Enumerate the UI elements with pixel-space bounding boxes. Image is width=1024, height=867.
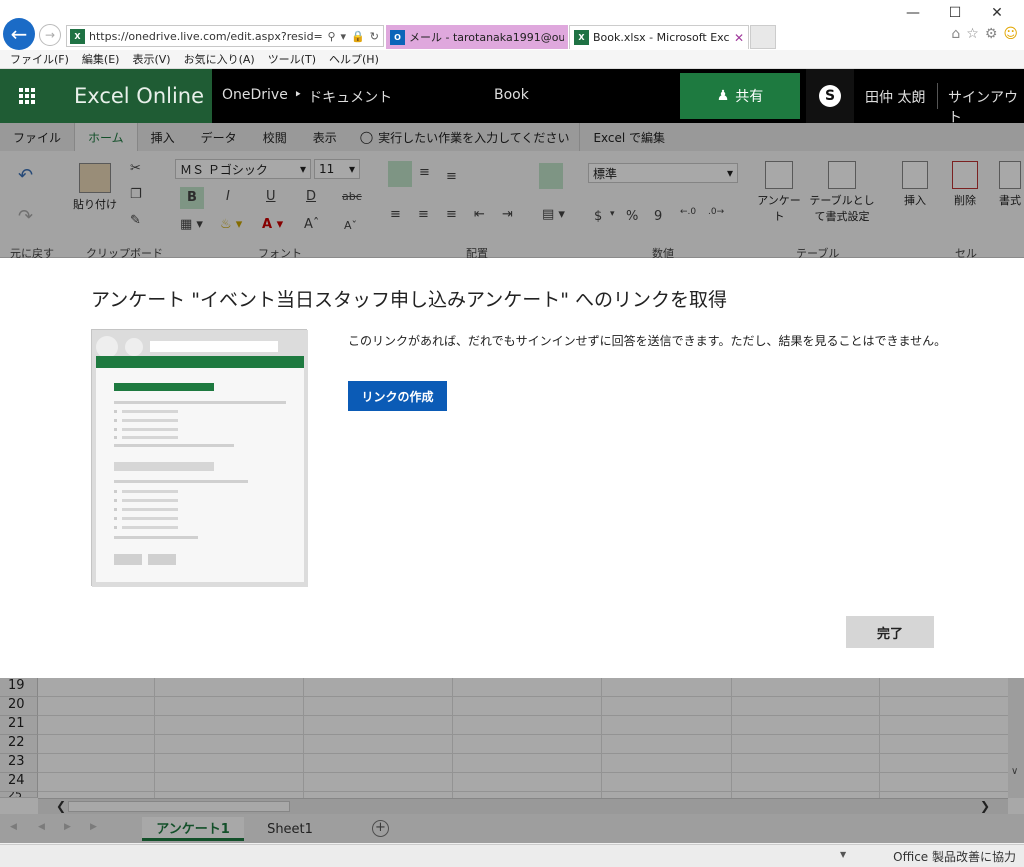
survey-preview-image bbox=[91, 329, 308, 587]
waffle-icon bbox=[19, 88, 35, 104]
skype-button[interactable]: S bbox=[806, 69, 854, 123]
share-button[interactable]: ♟ 共有 bbox=[680, 73, 800, 119]
close-window-button[interactable]: ✕ bbox=[976, 2, 1018, 24]
breadcrumb-onedrive[interactable]: OneDrive bbox=[222, 87, 288, 107]
browser-toolbar-icons: ⌂ ☆ ⚙ ☺ bbox=[951, 26, 1018, 42]
add-person-icon: ♟ bbox=[716, 88, 730, 104]
search-icon[interactable]: ⚲ bbox=[327, 30, 335, 43]
new-tab-button[interactable] bbox=[750, 25, 776, 49]
menu-view[interactable]: 表示(V) bbox=[132, 51, 170, 67]
document-title[interactable]: Book bbox=[494, 87, 529, 103]
breadcrumb: OneDrive ‣ ドキュメント bbox=[222, 87, 392, 107]
excel-favicon-icon: X bbox=[70, 28, 85, 44]
browser-tab-mail[interactable]: O メール - tarotanaka1991@outloo... bbox=[386, 25, 568, 49]
dropdown-icon[interactable]: ▾ bbox=[341, 30, 347, 43]
menu-tools[interactable]: ツール(T) bbox=[268, 51, 316, 67]
dialog-description: このリンクがあれば、だれでもサインインせずに回答を送信できます。ただし、結果を見… bbox=[348, 334, 947, 348]
feedback-smiley-icon[interactable]: ☺ bbox=[1003, 26, 1018, 42]
status-bar: ▼ Office 製品改善に協力 bbox=[0, 844, 1024, 867]
status-dropdown-icon[interactable]: ▼ bbox=[840, 850, 846, 859]
menu-file[interactable]: ファイル(F) bbox=[10, 51, 69, 67]
home-icon[interactable]: ⌂ bbox=[951, 26, 960, 42]
skype-icon: S bbox=[819, 85, 841, 107]
minimize-button[interactable]: — bbox=[892, 2, 934, 24]
lock-icon[interactable]: 🔒 bbox=[351, 30, 365, 43]
address-bar[interactable]: X https://onedrive.live.com/edit.aspx?re… bbox=[66, 25, 384, 47]
app-launcher-button[interactable] bbox=[0, 69, 54, 123]
survey-form-illustration bbox=[92, 330, 308, 587]
app-header: Excel Online OneDrive ‣ ドキュメント Book ♟ 共有… bbox=[0, 69, 1024, 126]
back-button[interactable]: ← bbox=[3, 18, 35, 50]
close-tab-icon[interactable]: ✕ bbox=[734, 31, 744, 45]
browser-tab-book[interactable]: X Book.xlsx - Microsoft Excel ... ✕ bbox=[569, 25, 749, 49]
browser-tab-title: メール - tarotanaka1991@outloo... bbox=[409, 31, 564, 44]
user-name[interactable]: 田仲 太朗 bbox=[865, 87, 925, 107]
share-label: 共有 bbox=[735, 89, 764, 105]
outlook-favicon-icon: O bbox=[390, 29, 405, 45]
create-link-button[interactable]: リンクの作成 bbox=[348, 381, 447, 411]
excel-favicon-icon: X bbox=[574, 30, 589, 45]
address-url[interactable]: https://onedrive.live.com/edit.aspx?resi… bbox=[89, 30, 323, 43]
browser-chrome: ← → X https://onedrive.live.com/edit.asp… bbox=[0, 0, 1024, 50]
browser-tab-title: Book.xlsx - Microsoft Excel ... bbox=[593, 31, 730, 44]
header-divider bbox=[937, 83, 938, 109]
get-link-dialog: アンケート "イベント当日スタッフ申し込みアンケート" へのリンクを取得 このリ… bbox=[0, 258, 1024, 678]
menu-favorites[interactable]: お気に入り(A) bbox=[184, 51, 255, 67]
back-arrow-icon: ← bbox=[10, 22, 28, 46]
favorites-star-icon[interactable]: ☆ bbox=[966, 26, 979, 42]
forward-button[interactable]: → bbox=[39, 24, 61, 46]
feedback-link[interactable]: Office 製品改善に協力 bbox=[893, 848, 1016, 865]
settings-gear-icon[interactable]: ⚙ bbox=[985, 26, 998, 42]
app-brand[interactable]: Excel Online bbox=[54, 69, 212, 123]
window-controls: — ☐ ✕ bbox=[892, 2, 1018, 24]
breadcrumb-documents[interactable]: ドキュメント bbox=[308, 87, 392, 107]
menu-help[interactable]: ヘルプ(H) bbox=[329, 51, 379, 67]
menu-edit[interactable]: 編集(E) bbox=[82, 51, 120, 67]
maximize-button[interactable]: ☐ bbox=[934, 2, 976, 24]
sign-out-link[interactable]: サインアウト bbox=[948, 87, 1024, 127]
done-button[interactable]: 完了 bbox=[846, 616, 934, 648]
refresh-icon[interactable]: ↻ bbox=[370, 30, 379, 43]
browser-menubar: ファイル(F) 編集(E) 表示(V) お気に入り(A) ツール(T) ヘルプ(… bbox=[0, 50, 1024, 69]
dialog-title: アンケート "イベント当日スタッフ申し込みアンケート" へのリンクを取得 bbox=[91, 289, 728, 311]
breadcrumb-separator-icon: ‣ bbox=[293, 87, 303, 103]
forward-arrow-icon: → bbox=[44, 28, 56, 42]
